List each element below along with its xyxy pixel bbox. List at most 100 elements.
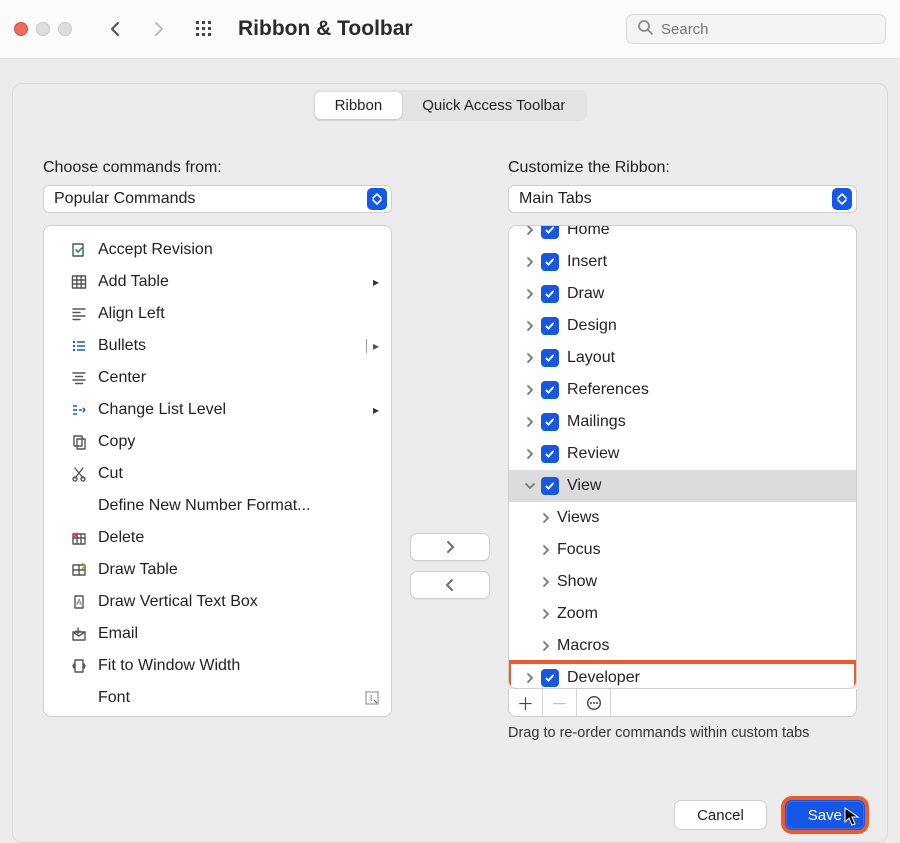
nav-forward-button[interactable]	[142, 13, 174, 45]
bullets-icon	[68, 338, 90, 354]
window-controls	[14, 22, 72, 36]
command-item[interactable]: Accept Revision	[44, 234, 391, 266]
zoom-window-button[interactable]	[58, 22, 72, 36]
copy-icon	[68, 434, 90, 450]
close-window-button[interactable]	[14, 22, 28, 36]
checkbox-checked-icon[interactable]	[541, 226, 559, 239]
tab-node[interactable]: Draw	[509, 278, 856, 310]
chevron-right-icon[interactable]	[519, 321, 541, 331]
minimize-window-button[interactable]	[36, 22, 50, 36]
command-label: Align Left	[98, 305, 165, 323]
command-item[interactable]: Cut	[44, 458, 391, 490]
node-label: Draw	[567, 285, 604, 303]
app-grid-icon[interactable]	[188, 13, 220, 45]
checkbox-checked-icon[interactable]	[541, 253, 559, 271]
checkbox-checked-icon[interactable]	[541, 413, 559, 431]
tab-node[interactable]: Review	[509, 438, 856, 470]
tab-node[interactable]: Design	[509, 310, 856, 342]
cancel-button[interactable]: Cancel	[674, 800, 767, 830]
chevron-right-icon[interactable]	[519, 257, 541, 267]
ribbon-scope-select[interactable]: Main Tabs	[508, 185, 857, 213]
checkbox-checked-icon[interactable]	[541, 285, 559, 303]
search-field[interactable]	[626, 14, 886, 44]
ribbon-tree[interactable]: Home Insert Draw Design LayoutReferencesMail…	[508, 225, 857, 689]
save-button-label: Save	[808, 807, 842, 824]
command-item[interactable]: Email	[44, 618, 391, 650]
commands-listbox[interactable]: Accept RevisionAdd Table▸ Align Left Bulle…	[43, 225, 392, 717]
chevron-right-icon[interactable]	[519, 385, 541, 395]
tab-quick-access-toolbar[interactable]: Quick Access Toolbar	[402, 92, 585, 119]
tree-toolbar: ＋ －	[508, 689, 857, 717]
save-button[interactable]: Save	[785, 800, 865, 830]
command-item[interactable]: Draw Table	[44, 554, 391, 586]
tab-node[interactable]: Developer	[509, 662, 856, 688]
command-item[interactable]: ADraw Vertical Text Box	[44, 586, 391, 618]
command-item[interactable]: Copy	[44, 426, 391, 458]
chevron-right-icon[interactable]	[535, 641, 557, 651]
command-item[interactable]: Bullets▸	[44, 330, 391, 362]
node-label: Design	[567, 317, 617, 335]
node-label: Focus	[557, 541, 601, 559]
select-stepper-icon	[832, 188, 852, 210]
command-item[interactable]: Center	[44, 362, 391, 394]
node-label: Home	[567, 226, 610, 239]
tab-node[interactable]: View	[509, 470, 856, 502]
command-label: Copy	[98, 433, 135, 451]
accept-icon	[68, 242, 90, 258]
checkbox-checked-icon[interactable]	[541, 349, 559, 367]
checkbox-checked-icon[interactable]	[541, 445, 559, 463]
listlvl-icon	[68, 402, 90, 418]
chevron-right-icon[interactable]	[535, 609, 557, 619]
command-item[interactable]: Delete	[44, 522, 391, 554]
chevron-right-icon[interactable]	[535, 545, 557, 555]
group-node[interactable]: Show	[509, 566, 856, 598]
command-item[interactable]: Fit to Window Width	[44, 650, 391, 682]
add-tab-button[interactable]: ＋	[509, 689, 543, 716]
search-input[interactable]	[659, 20, 875, 39]
cursor-icon	[844, 807, 860, 827]
tab-ribbon[interactable]: Ribbon	[315, 92, 403, 119]
nav-back-button[interactable]	[100, 13, 132, 45]
checkbox-checked-icon[interactable]	[541, 381, 559, 399]
cut-icon	[68, 466, 90, 482]
remove-command-button[interactable]	[410, 571, 490, 599]
window-title: Ribbon & Toolbar	[238, 17, 413, 41]
checkbox-checked-icon[interactable]	[541, 477, 559, 495]
remove-tab-button[interactable]: －	[543, 689, 577, 716]
chevron-right-icon[interactable]	[519, 289, 541, 299]
group-node[interactable]: Macros	[509, 630, 856, 662]
tab-node[interactable]: Insert	[509, 246, 856, 278]
tab-node[interactable]: References	[509, 374, 856, 406]
chevron-right-icon[interactable]	[519, 449, 541, 459]
command-item[interactable]: Align Left	[44, 298, 391, 330]
titlebar: Ribbon & Toolbar	[0, 0, 900, 59]
select-stepper-icon	[367, 188, 387, 210]
command-item[interactable]: FontI	[44, 682, 391, 714]
tab-node[interactable]: Mailings	[509, 406, 856, 438]
commands-source-select[interactable]: Popular Commands	[43, 185, 392, 213]
group-node[interactable]: Views	[509, 502, 856, 534]
checkbox-checked-icon[interactable]	[541, 669, 559, 687]
tab-node[interactable]: Home	[509, 226, 856, 246]
chevron-right-icon[interactable]	[519, 226, 541, 235]
command-item[interactable]: Define New Number Format...	[44, 490, 391, 522]
add-command-button[interactable]	[410, 533, 490, 561]
checkbox-checked-icon[interactable]	[541, 317, 559, 335]
group-node[interactable]: Focus	[509, 534, 856, 566]
command-item[interactable]: Add Table▸	[44, 266, 391, 298]
chevron-right-icon[interactable]	[519, 353, 541, 363]
commands-label: Choose commands from:	[43, 159, 392, 177]
chevron-down-icon[interactable]	[519, 481, 541, 491]
group-node[interactable]: Zoom	[509, 598, 856, 630]
tab-node[interactable]: Layout	[509, 342, 856, 374]
chevron-right-icon[interactable]	[535, 577, 557, 587]
font-dialog-icon: I	[365, 691, 379, 705]
chevron-right-icon[interactable]	[519, 673, 541, 683]
svg-text:A: A	[76, 598, 82, 607]
command-label: Cut	[98, 465, 123, 483]
tree-more-button[interactable]	[577, 689, 611, 716]
table-icon	[68, 274, 90, 290]
command-item[interactable]: Change List Level▸	[44, 394, 391, 426]
chevron-right-icon[interactable]	[535, 513, 557, 523]
chevron-right-icon[interactable]	[519, 417, 541, 427]
